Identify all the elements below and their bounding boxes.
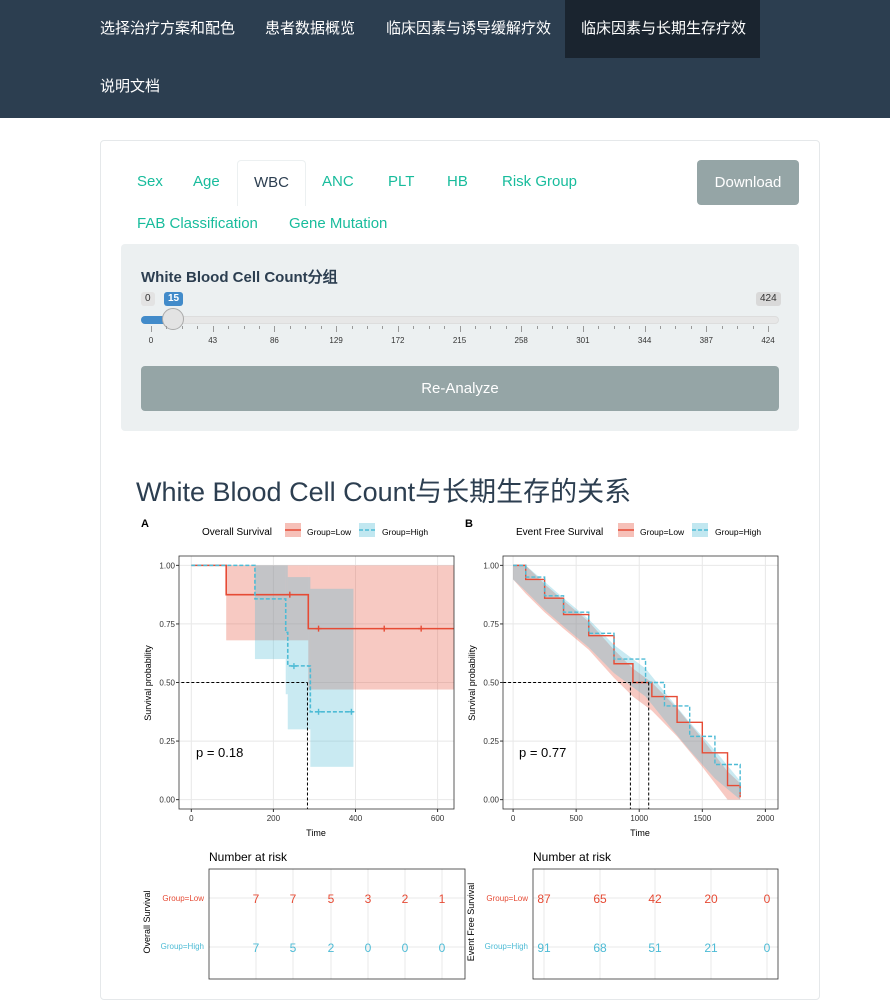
nav-item-overview[interactable]: 患者数据概览 — [249, 0, 371, 58]
top-navbar: 选择治疗方案和配色 患者数据概览 临床因素与诱导缓解疗效 临床因素与长期生存疗效… — [0, 0, 890, 118]
section-title: White Blood Cell Count与长期生存的关系 — [136, 477, 632, 507]
tab-age[interactable]: Age — [193, 160, 220, 204]
slider-tick-label: 172 — [391, 336, 405, 345]
slider-minor-tick — [675, 326, 677, 329]
nav-item-docs[interactable]: 说明文档 — [84, 58, 176, 116]
slider-tick — [644, 326, 646, 332]
slider-tick-label: 215 — [452, 336, 467, 345]
slider-minor-tick — [536, 326, 538, 329]
slider-tick — [212, 326, 214, 332]
slider-minor-tick — [598, 326, 600, 329]
slider-minor-tick — [305, 326, 307, 329]
tab-hb[interactable]: HB — [447, 160, 468, 204]
nav-item-induction[interactable]: 临床因素与诱导缓解疗效 — [370, 0, 567, 58]
slider-tick-label: 344 — [637, 336, 652, 345]
slider-tick — [582, 326, 584, 332]
slider-minor-tick — [166, 326, 168, 329]
slider-minor-tick — [320, 326, 322, 329]
slider-tick — [521, 326, 523, 332]
slider-minor-tick — [258, 326, 260, 329]
reanalyze-button[interactable]: Re-Analyze — [141, 366, 779, 411]
tab-gene-mutation[interactable]: Gene Mutation — [289, 202, 387, 246]
slider-minor-tick — [752, 326, 754, 329]
tab-fab[interactable]: FAB Classification — [137, 202, 258, 246]
slider-minor-tick — [444, 326, 446, 329]
slider-minor-tick — [181, 326, 183, 329]
slider-minor-tick — [243, 326, 245, 329]
tab-risk-group[interactable]: Risk Group — [502, 160, 577, 204]
slider-tick — [336, 326, 338, 332]
slider-value-label: 15 — [164, 292, 184, 306]
slider-minor-tick — [228, 326, 230, 329]
slider-max-label: 424 — [756, 292, 781, 306]
slider-minor-tick — [413, 326, 415, 329]
slider-tick-label: 424 — [761, 336, 775, 345]
slider-tick — [768, 326, 769, 332]
nav-item-survival[interactable]: 临床因素与长期生存疗效 — [565, 0, 760, 58]
slider-tick-label: 258 — [514, 336, 528, 345]
slider-minor-tick — [428, 326, 430, 329]
slider-minor-tick — [505, 326, 507, 329]
slider-tick-label: 86 — [269, 336, 279, 345]
download-button[interactable]: Download — [697, 160, 799, 205]
slider-tick — [397, 326, 399, 332]
slider-minor-tick — [474, 326, 476, 329]
slider-minor-tick — [613, 326, 615, 329]
slider-minor-tick — [660, 326, 662, 329]
slider-minor-tick — [490, 326, 492, 329]
slider-tick-label: 301 — [576, 336, 590, 345]
nav-item-treatment[interactable]: 选择治疗方案和配色 — [84, 0, 251, 58]
slider-tick — [706, 326, 708, 332]
slider-tick-label: 129 — [329, 336, 343, 345]
slider-minor-tick — [197, 326, 199, 329]
slider-minor-tick — [351, 326, 353, 329]
slider-minor-tick — [552, 326, 554, 329]
slider-minor-tick — [629, 326, 631, 329]
slider-tick-label: 0 — [148, 336, 154, 345]
tab-anc[interactable]: ANC — [322, 160, 354, 204]
slider-minor-tick — [690, 326, 692, 329]
slider-minor-tick — [289, 326, 291, 329]
slider-tick-label: 43 — [208, 336, 218, 345]
slider-tick — [459, 326, 461, 332]
slider-tick-label: 387 — [699, 336, 713, 345]
tab-plt[interactable]: PLT — [388, 160, 414, 204]
tab-wbc[interactable]: WBC — [237, 160, 306, 206]
slider-tick — [274, 326, 276, 332]
slider-handle[interactable] — [162, 308, 184, 330]
slider-tick — [151, 326, 152, 332]
slider-minor-tick — [382, 326, 384, 329]
slider-title: White Blood Cell Count分组 — [141, 269, 338, 286]
slider-minor-tick — [721, 326, 723, 329]
tab-sex[interactable]: Sex — [137, 160, 163, 204]
slider-min-label: 0 — [141, 292, 155, 306]
slider-minor-tick — [366, 326, 368, 329]
slider-minor-tick — [567, 326, 569, 329]
slider-track[interactable] — [141, 316, 779, 324]
slider-minor-tick — [737, 326, 739, 329]
